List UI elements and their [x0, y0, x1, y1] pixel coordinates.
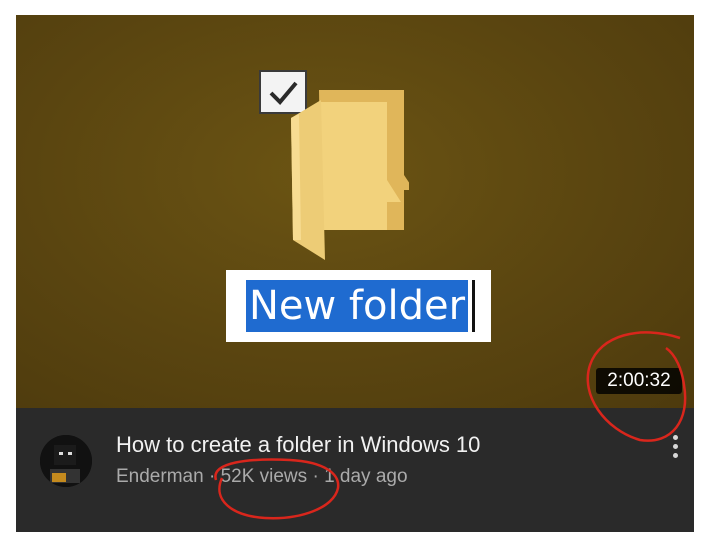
video-title[interactable]: How to create a folder in Windows 10: [116, 431, 480, 459]
folder-icon: [291, 90, 409, 260]
menu-dot: [673, 435, 678, 440]
duration-badge: 2:00:32: [596, 368, 682, 394]
video-thumbnail[interactable]: New folder 2:00:32: [16, 15, 694, 408]
upload-age: 1 day ago: [324, 466, 408, 487]
more-vertical-icon[interactable]: [664, 431, 688, 471]
view-count: 52K views: [220, 466, 308, 487]
rename-selection: New folder: [246, 280, 468, 332]
menu-dot: [673, 453, 678, 458]
channel-name[interactable]: Enderman: [116, 466, 204, 487]
video-info: How to create a folder in Windows 10 End…: [16, 408, 694, 532]
text-caret: [472, 280, 475, 332]
video-metadata: Enderman · 52K views · 1 day ago: [116, 464, 408, 490]
menu-dot: [673, 444, 678, 449]
rename-text: New folder: [248, 283, 466, 329]
meta-separator: ·: [208, 466, 216, 487]
video-card[interactable]: New folder 2:00:32 How to create a folde…: [16, 15, 694, 532]
channel-avatar[interactable]: [40, 435, 92, 487]
meta-separator: ·: [312, 466, 319, 487]
rename-field[interactable]: New folder: [226, 270, 491, 342]
